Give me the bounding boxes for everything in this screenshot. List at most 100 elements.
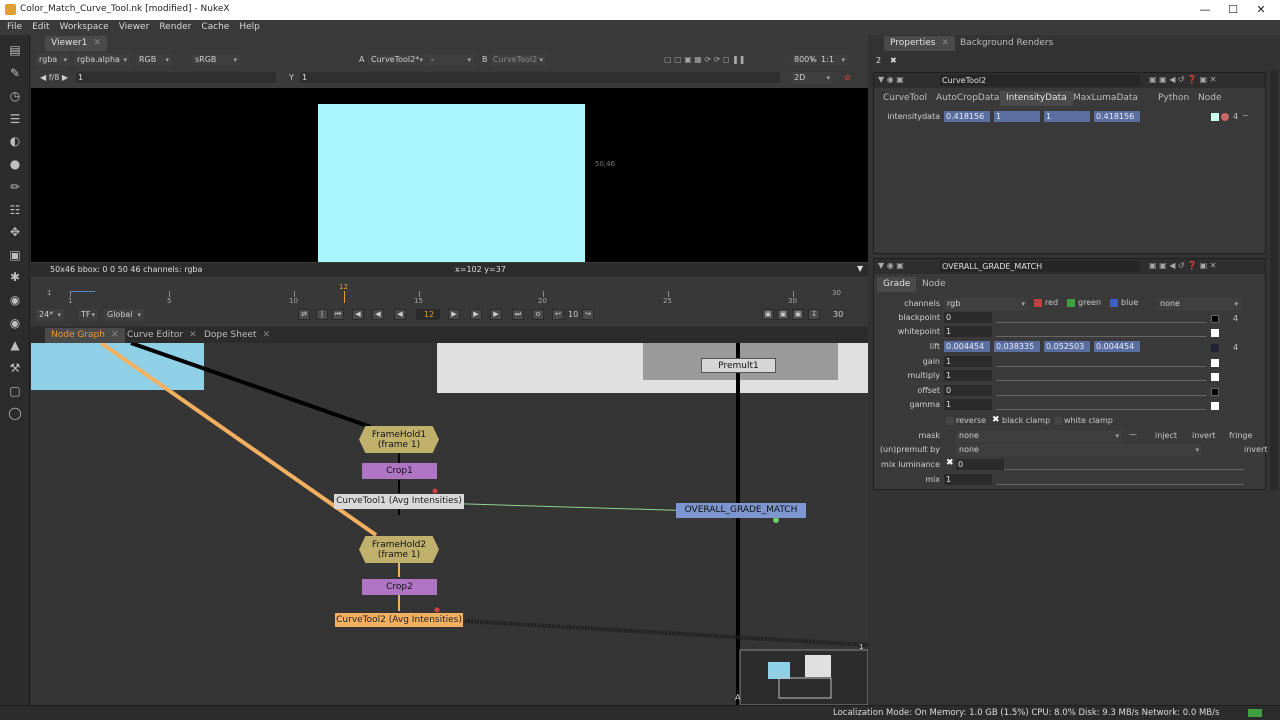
colorspace-dropdown[interactable]: RGB bbox=[136, 54, 172, 66]
tab-grade-node[interactable]: Node bbox=[916, 277, 952, 292]
info-expand-icon[interactable]: ▼ bbox=[857, 264, 863, 273]
mix-field[interactable]: 1 bbox=[944, 474, 992, 485]
close-tab-icon[interactable]: ✕ bbox=[263, 330, 271, 340]
blackpoint-swatch-icon[interactable] bbox=[1211, 315, 1219, 323]
unpremult-invert-label[interactable]: invert bbox=[1244, 445, 1267, 454]
play-backward-icon[interactable]: ◀ bbox=[394, 309, 406, 320]
menu-cache[interactable]: Cache bbox=[196, 20, 234, 35]
menu-render[interactable]: Render bbox=[154, 20, 196, 35]
menu-workspace[interactable]: Workspace bbox=[55, 20, 114, 35]
extra-channel-dropdown[interactable]: none bbox=[1157, 298, 1241, 310]
node-premult1[interactable]: Premult1 bbox=[701, 358, 776, 373]
fstop-value[interactable]: ◀ f/8 ▶ bbox=[40, 72, 68, 84]
tf-dropdown[interactable]: TF bbox=[78, 309, 98, 321]
fps-dropdown[interactable]: 24* bbox=[36, 309, 64, 321]
input-op-dropdown[interactable]: - bbox=[428, 54, 474, 66]
next-keyframe-icon[interactable]: ▶ bbox=[490, 309, 502, 320]
gain-swatch-icon[interactable] bbox=[1211, 359, 1219, 367]
blackpoint-field[interactable]: 0 bbox=[944, 312, 992, 323]
lift-count[interactable]: 4 bbox=[1233, 343, 1238, 352]
node-framehold2[interactable]: FrameHold2 (frame 1) bbox=[359, 536, 439, 563]
tab-autocropdata[interactable]: AutoCropData bbox=[930, 91, 1005, 106]
input-a-dropdown[interactable]: CurveTool2* bbox=[368, 54, 426, 66]
gamma-field[interactable]: 1 bbox=[944, 399, 992, 410]
mask-toggle-icon[interactable]: — bbox=[1129, 430, 1137, 439]
maximize-button[interactable]: ☐ bbox=[1218, 2, 1248, 18]
node-overall-grade-match[interactable]: OVERALL_GRADE_MATCH bbox=[676, 503, 806, 518]
header-right-icons[interactable]: ▣ ▣ ◀ ↺ ❓ ▣ ✕ bbox=[1149, 75, 1216, 84]
transform-tools-icon[interactable]: ✥ bbox=[8, 225, 22, 239]
timeline-ruler[interactable]: 1 5 10 15 20 25 30 12 bbox=[60, 283, 820, 307]
furnace-tools-icon[interactable]: ◯ bbox=[8, 406, 22, 420]
playback-mode-icon[interactable]: ⇄ bbox=[298, 309, 310, 320]
close-tab-icon[interactable]: ✕ bbox=[189, 330, 197, 340]
render-icon[interactable]: ▣ bbox=[777, 309, 789, 320]
tab-grade[interactable]: Grade bbox=[877, 277, 917, 292]
header-icons[interactable]: ▼ ◉ ▣ bbox=[878, 261, 904, 270]
image-tools-icon[interactable]: ▤ bbox=[8, 43, 22, 57]
cache-icon[interactable]: ↧ bbox=[808, 309, 820, 320]
tab-node[interactable]: Node bbox=[1192, 91, 1228, 106]
merge-tools-icon[interactable]: ☷ bbox=[8, 203, 22, 217]
skip-forward-icon[interactable]: ↪ bbox=[582, 309, 594, 320]
frame-input[interactable]: 12 bbox=[416, 309, 440, 320]
gamma-swatch-icon[interactable] bbox=[1211, 402, 1219, 410]
tab-curve-editor[interactable]: Curve Editor ✕ bbox=[121, 328, 203, 343]
intensity-r-field[interactable]: 0.418156 bbox=[944, 111, 990, 122]
flipbook-icon[interactable]: ▣ bbox=[762, 309, 774, 320]
node-crop2[interactable]: Crop2 bbox=[362, 579, 437, 595]
fringe-label[interactable]: fringe bbox=[1229, 431, 1252, 440]
intensity-g-field[interactable]: 1 bbox=[994, 111, 1040, 122]
first-frame-icon[interactable]: ⏮ bbox=[332, 309, 344, 320]
close-tab-icon[interactable]: ✕ bbox=[111, 330, 119, 340]
properties-scrollbar[interactable] bbox=[1270, 70, 1278, 490]
mix-luminance-slider[interactable] bbox=[1004, 459, 1244, 470]
color-swatch-icon[interactable] bbox=[1211, 113, 1219, 121]
menu-help[interactable]: Help bbox=[234, 20, 265, 35]
node-framehold1[interactable]: FrameHold1 (frame 1) bbox=[359, 426, 439, 453]
offset-slider[interactable] bbox=[996, 385, 1206, 396]
green-checkbox[interactable] bbox=[1067, 299, 1075, 307]
lift-swatch-icon[interactable] bbox=[1211, 344, 1219, 352]
proxy-dropdown[interactable]: 1:1 bbox=[818, 54, 848, 66]
view-mode-dropdown[interactable]: 2D bbox=[791, 72, 833, 84]
blackpoint-slider[interactable] bbox=[996, 312, 1206, 323]
time-tools-icon[interactable]: ◷ bbox=[8, 89, 22, 103]
play-forward-icon[interactable]: ▶ bbox=[448, 309, 460, 320]
multiply-field[interactable]: 1 bbox=[944, 370, 992, 381]
row-count[interactable]: 4 bbox=[1233, 314, 1238, 323]
node-curvetool2[interactable]: CurveTool2 (Avg Intensities) bbox=[335, 613, 463, 627]
input-b-dropdown[interactable]: CurveTool2 bbox=[490, 54, 546, 66]
reverse-checkbox[interactable] bbox=[946, 417, 954, 425]
minimize-button[interactable]: — bbox=[1190, 2, 1220, 18]
offset-field[interactable]: 0 bbox=[944, 385, 992, 396]
clear-panels-icon[interactable]: ✖ bbox=[890, 56, 897, 65]
scope-dropdown[interactable]: Global bbox=[104, 309, 144, 321]
end-frame-field[interactable]: 30 bbox=[833, 309, 843, 321]
color-tools-icon[interactable]: ◐ bbox=[8, 134, 22, 148]
views-tools-icon[interactable]: ◉ bbox=[8, 316, 22, 330]
lut-dropdown[interactable]: sRGB bbox=[192, 54, 240, 66]
node-curvetool1[interactable]: CurveTool1 (Avg Intensities) bbox=[334, 494, 464, 509]
tab-node-graph[interactable]: Node Graph ✕ bbox=[45, 328, 125, 343]
filter-tools-icon[interactable]: ● bbox=[8, 157, 22, 171]
gamma-slider[interactable]: 1 bbox=[300, 72, 780, 83]
prev-keyframe-icon[interactable]: ◀ bbox=[352, 309, 364, 320]
playhead[interactable] bbox=[344, 291, 345, 303]
deep-tools-icon[interactable]: ◉ bbox=[8, 293, 22, 307]
close-tab-icon[interactable]: ✕ bbox=[941, 38, 949, 48]
keyer-tools-icon[interactable]: ✏ bbox=[8, 180, 22, 194]
pause-input-icon[interactable]: ⊘ bbox=[844, 72, 851, 84]
menu-file[interactable]: File bbox=[0, 20, 27, 35]
alpha-dropdown[interactable]: rgba.alpha bbox=[74, 54, 130, 66]
red-checkbox[interactable] bbox=[1034, 299, 1042, 307]
channel-count[interactable]: 4 bbox=[1233, 112, 1238, 121]
offset-swatch-icon[interactable] bbox=[1211, 388, 1219, 396]
intensity-a-field[interactable]: 0.418156 bbox=[1094, 111, 1140, 122]
gain-field[interactable]: 1 bbox=[944, 356, 992, 367]
tab-maxlumadata[interactable]: MaxLumaData bbox=[1067, 91, 1144, 106]
3d-tools-icon[interactable]: ▣ bbox=[8, 248, 22, 262]
intensity-b-field[interactable]: 1 bbox=[1044, 111, 1090, 122]
out-point-icon[interactable]: o bbox=[532, 309, 544, 320]
color-wheel-icon[interactable] bbox=[1221, 113, 1229, 121]
